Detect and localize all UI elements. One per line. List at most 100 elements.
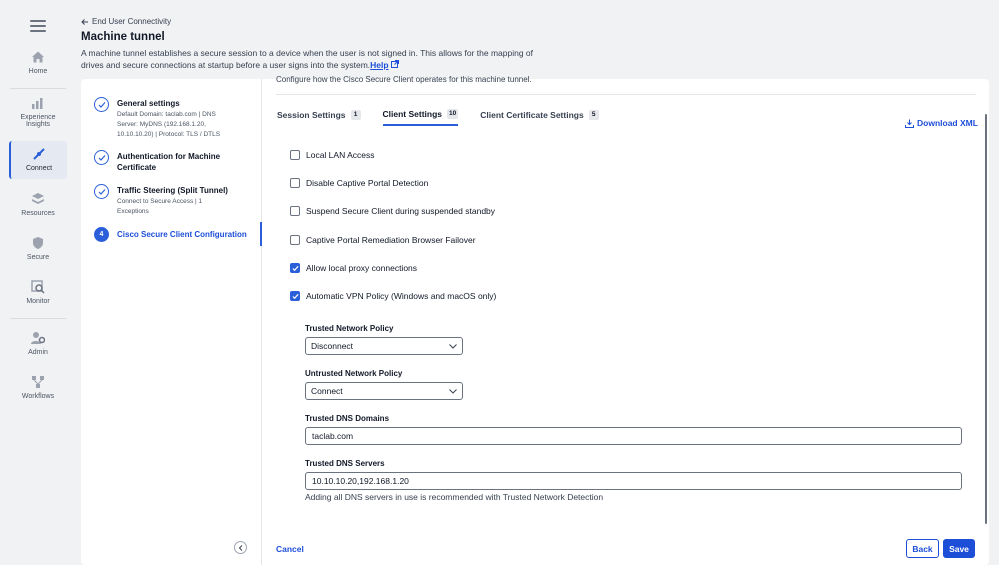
tab-count-badge: 5 bbox=[588, 110, 599, 120]
checkbox[interactable] bbox=[290, 150, 300, 160]
checkbox[interactable] bbox=[290, 178, 300, 188]
nav-item-experience-insights[interactable]: Experience Insights bbox=[9, 96, 67, 128]
scrollbar[interactable] bbox=[985, 114, 987, 524]
select-value: Connect bbox=[311, 386, 343, 396]
nav-item-workflows[interactable]: Workflows bbox=[9, 375, 67, 400]
step-title: Traffic Steering (Split Tunnel) bbox=[117, 186, 228, 195]
local-lan-access-option[interactable]: Local LAN Access bbox=[290, 150, 375, 160]
trusted-dns-servers-label: Trusted DNS Servers bbox=[305, 459, 385, 468]
back-link-label: End User Connectivity bbox=[92, 17, 172, 26]
connect-icon bbox=[33, 148, 45, 160]
nav-item-admin[interactable]: Admin bbox=[9, 331, 67, 356]
check-icon bbox=[291, 293, 299, 299]
step-summary: Connect to Secure Access | 1 Exceptions bbox=[117, 198, 203, 215]
disable-captive-portal-option[interactable]: Disable Captive Portal Detection bbox=[290, 178, 428, 188]
monitor-icon bbox=[31, 280, 45, 294]
allow-local-proxy-option[interactable]: Allow local proxy connections bbox=[290, 263, 417, 273]
checkbox-label: Automatic VPN Policy (Windows and macOS … bbox=[306, 291, 497, 301]
download-icon bbox=[905, 119, 914, 128]
step-summary: Default Domain: taclab.com | DNS Server:… bbox=[117, 111, 221, 138]
shield-icon bbox=[33, 237, 43, 249]
nav-item-connect[interactable]: Connect bbox=[9, 141, 67, 179]
nav-item-home[interactable]: Home bbox=[9, 50, 67, 75]
chevron-down-icon bbox=[449, 388, 457, 394]
nav-label-experience-insights: Experience Insights bbox=[20, 114, 56, 128]
step-title: General settings bbox=[117, 99, 180, 108]
trusted-network-policy-select[interactable]: Disconnect bbox=[305, 337, 463, 355]
admin-icon bbox=[31, 332, 45, 344]
save-button[interactable]: Save bbox=[943, 539, 975, 558]
nav-divider bbox=[10, 318, 66, 319]
help-link[interactable]: Help bbox=[370, 60, 388, 70]
collapse-steps-button[interactable] bbox=[234, 541, 247, 554]
tab-count-badge: 10 bbox=[447, 109, 459, 119]
nav-label-admin: Admin bbox=[28, 349, 48, 356]
checkbox-label: Local LAN Access bbox=[306, 150, 375, 160]
checkbox-label: Suspend Secure Client during suspended s… bbox=[306, 206, 496, 216]
checkbox-checked[interactable] bbox=[290, 291, 300, 301]
back-button[interactable]: Back bbox=[906, 539, 939, 558]
chevron-left-icon bbox=[238, 544, 242, 551]
step-authentication[interactable]: Authentication for Machine Certificate bbox=[94, 150, 260, 178]
nav-divider bbox=[10, 88, 66, 89]
checkbox-label: Disable Captive Portal Detection bbox=[306, 178, 429, 188]
step-cisco-secure-client[interactable]: 4 Cisco Secure Client Configuration bbox=[94, 227, 260, 243]
trusted-dns-domains-input[interactable] bbox=[305, 427, 962, 445]
nav-label-home: Home bbox=[28, 68, 48, 75]
nav-label-monitor: Monitor bbox=[26, 298, 50, 305]
suspend-client-option[interactable]: Suspend Secure Client during suspended s… bbox=[290, 206, 495, 216]
tab-session-settings[interactable]: Session Settings 1 bbox=[277, 109, 361, 126]
step-title: Cisco Secure Client Configuration bbox=[117, 230, 247, 239]
arrow-left-icon bbox=[81, 18, 88, 25]
external-link-icon[interactable] bbox=[390, 60, 399, 68]
nav-item-resources[interactable]: Resources bbox=[9, 192, 67, 217]
checkbox[interactable] bbox=[290, 235, 300, 245]
nav-label-workflows: Workflows bbox=[21, 393, 55, 400]
workflows-icon bbox=[32, 376, 44, 388]
select-value: Disconnect bbox=[311, 341, 354, 351]
chevron-down-icon bbox=[449, 343, 457, 349]
step-done-check-icon bbox=[94, 184, 109, 199]
automatic-vpn-policy-option[interactable]: Automatic VPN Policy (Windows and macOS … bbox=[290, 291, 496, 301]
tab-label: Client Certificate Settings bbox=[480, 110, 584, 120]
tab-client-settings[interactable]: Client Settings 10 bbox=[382, 109, 459, 126]
checkbox-label: Captive Portal Remediation Browser Failo… bbox=[306, 235, 476, 245]
step-traffic-steering[interactable]: Traffic Steering (Split Tunnel) Connect … bbox=[94, 184, 260, 220]
step-general-settings[interactable]: General settings Default Domain: taclab.… bbox=[94, 97, 260, 147]
left-nav: Home Experience Insights Connect Resourc… bbox=[0, 0, 75, 565]
back-link-end-user-connectivity[interactable]: End User Connectivity bbox=[81, 17, 171, 26]
captive-portal-failover-option[interactable]: Captive Portal Remediation Browser Failo… bbox=[290, 235, 476, 245]
description-text: A machine tunnel establishes a secure se… bbox=[81, 48, 534, 70]
nav-label-connect: Connect bbox=[25, 165, 53, 172]
page-title: Machine tunnel bbox=[81, 31, 165, 43]
wizard-card: General settings Default Domain: taclab.… bbox=[81, 75, 989, 565]
tab-client-certificate-settings[interactable]: Client Certificate Settings 5 bbox=[480, 109, 599, 126]
untrusted-network-policy-label: Untrusted Network Policy bbox=[305, 369, 403, 378]
step-done-check-icon bbox=[94, 150, 109, 165]
step-number-badge: 4 bbox=[94, 227, 109, 242]
checkbox[interactable] bbox=[290, 206, 300, 216]
menu-toggle-icon[interactable] bbox=[30, 20, 46, 34]
trusted-dns-servers-hint: Adding all DNS servers in use is recomme… bbox=[305, 492, 604, 502]
checkbox-label: Allow local proxy connections bbox=[306, 263, 418, 273]
check-icon bbox=[291, 265, 299, 271]
section-intro: Configure how the Cisco Secure Client op… bbox=[276, 75, 532, 84]
resources-icon bbox=[32, 193, 44, 204]
download-label: Download XML bbox=[917, 118, 978, 128]
step-title: Authentication for Machine Certificate bbox=[117, 152, 221, 172]
home-icon bbox=[32, 51, 44, 63]
nav-item-secure[interactable]: Secure bbox=[9, 236, 67, 261]
trusted-dns-servers-input[interactable] bbox=[305, 472, 962, 490]
nav-label-resources: Resources bbox=[21, 210, 55, 217]
wizard-steps: General settings Default Domain: taclab.… bbox=[81, 79, 262, 565]
cancel-button[interactable]: Cancel bbox=[276, 544, 304, 554]
settings-tabs: Session Settings 1 Client Settings 10 Cl… bbox=[277, 109, 621, 126]
help-link-label: Help bbox=[370, 60, 389, 70]
checkbox-checked[interactable] bbox=[290, 263, 300, 273]
untrusted-network-policy-select[interactable]: Connect bbox=[305, 382, 463, 400]
nav-label-secure: Secure bbox=[26, 254, 50, 261]
step-done-check-icon bbox=[94, 97, 109, 112]
tab-label: Session Settings bbox=[277, 110, 346, 120]
nav-item-monitor[interactable]: Monitor bbox=[9, 280, 67, 305]
download-xml-button[interactable]: Download XML bbox=[905, 118, 978, 128]
